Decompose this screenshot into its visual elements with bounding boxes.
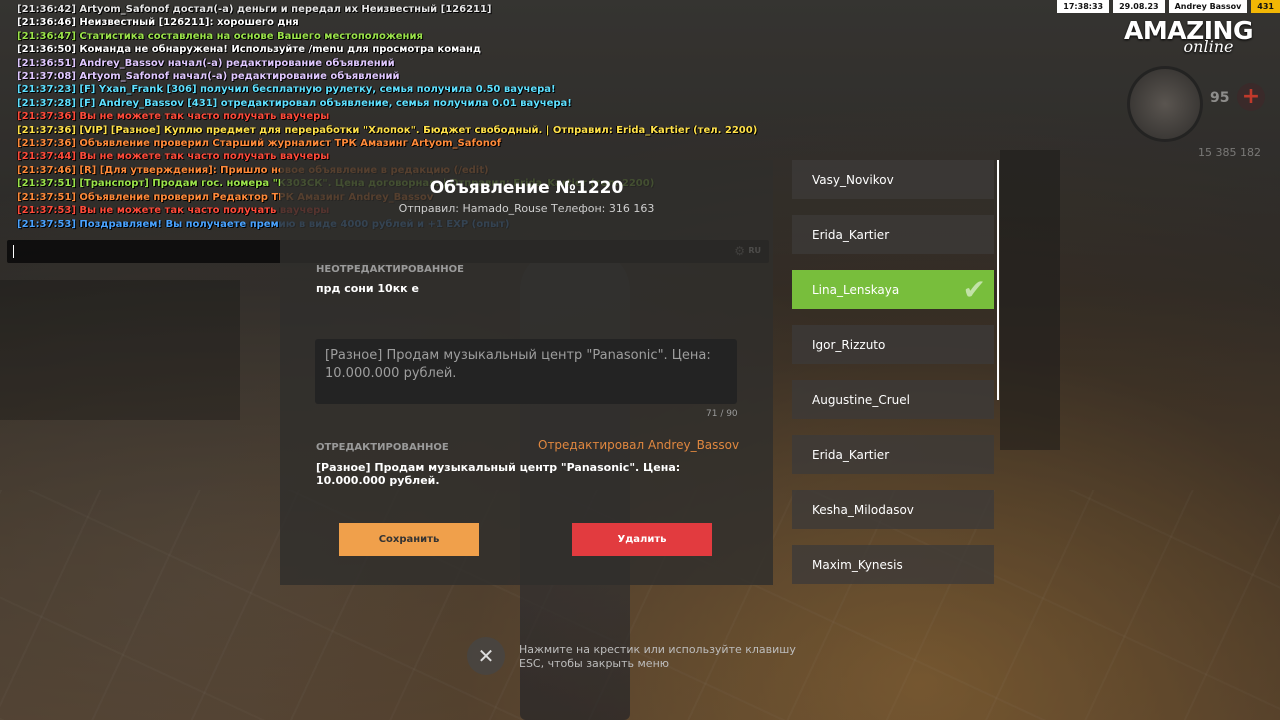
- edited-text: [Разное] Продам музыкальный центр "Panas…: [316, 461, 681, 487]
- game-logo: AMAZING online: [1111, 16, 1266, 56]
- original-label: НЕОТРЕДАКТИРОВАННОЕ: [316, 264, 464, 275]
- chat-line: [21:36:51] Andrey_Bassov начал(-а) редак…: [17, 57, 395, 69]
- original-text: прд сони 10кк е: [316, 282, 419, 295]
- delete-button[interactable]: Удалить: [572, 523, 712, 556]
- editor-name: Erida_Kartier: [812, 447, 890, 462]
- chat-line: [21:36:50] Команда не обнаружена! Исполь…: [17, 44, 481, 56]
- chat-line: [21:37:36] Вы не можете так часто получа…: [17, 111, 330, 123]
- ad-sender: Отправил: Hamado_Rouse Телефон: 316 163: [398, 202, 655, 215]
- editor-name: Lina_Lenskaya: [812, 282, 900, 297]
- chat-line: [21:36:47] Статистика составлена на осно…: [17, 30, 423, 42]
- editor-list-item[interactable]: Lina_Lenskaya ✔: [792, 270, 994, 309]
- editor-list-item[interactable]: Erida_Kartier: [792, 435, 994, 474]
- money-value: 15 385 182: [1198, 146, 1261, 159]
- char-counter: 71 / 90: [706, 409, 738, 419]
- minimap-radar: [1127, 66, 1203, 142]
- chat-line: [21:37:36] Объявление проверил Старший ж…: [17, 138, 502, 150]
- chat-line: [21:37:36] [VIP] [Разное] Куплю предмет …: [17, 124, 758, 136]
- chat-line: [21:36:46] Неизвестный [126211]: хорошег…: [17, 17, 299, 29]
- editor-list-item[interactable]: Maxim_Kynesis: [792, 545, 994, 584]
- close-icon[interactable]: ✕: [467, 637, 505, 675]
- edited-by: Отредактировал Andrey_Bassov: [538, 438, 740, 452]
- editor-name: Erida_Kartier: [812, 227, 890, 242]
- hud-date: 29.08.23: [1113, 0, 1165, 13]
- list-scrollbar[interactable]: [997, 160, 999, 400]
- checkmark-icon: ✔: [962, 273, 986, 306]
- hud-player-name: Andrey Bassov: [1168, 0, 1248, 13]
- hud-time: 17:38:33: [1057, 0, 1110, 13]
- editor-name: Igor_Rizzuto: [812, 337, 886, 352]
- ad-edit-field[interactable]: [Разное] Продам музыкальный центр "Panas…: [315, 339, 737, 404]
- editor-list-item[interactable]: Augustine_Cruel: [792, 380, 994, 419]
- close-hint: Нажмите на крестик или используйте клави…: [519, 643, 796, 670]
- ad-title: Объявление №1220: [429, 178, 624, 198]
- chat-line: [21:37:08] Artyom_Safonof начал(-а) реда…: [17, 71, 400, 83]
- editor-list-item[interactable]: Igor_Rizzuto: [792, 325, 994, 364]
- editor-name: Augustine_Cruel: [812, 392, 910, 407]
- top-hud: 17:38:33 29.08.23 Andrey Bassov 431: [1053, 0, 1280, 13]
- health-value: 95: [1210, 90, 1230, 106]
- chat-line: [21:37:28] [F] Andrey_Bassov [431] отред…: [17, 97, 572, 109]
- chat-line: [21:36:42] Artyom_Safonof достал(-а) ден…: [17, 4, 492, 15]
- ad-edit-panel: Объявление №1220 Отправил: Hamado_Rouse …: [280, 160, 773, 585]
- text-caret: [13, 245, 14, 258]
- editor-name: Kesha_Milodasov: [812, 502, 914, 517]
- ad-edit-textarea[interactable]: [Разное] Продам музыкальный центр "Panas…: [315, 339, 737, 404]
- chat-line: [21:37:23] [F] Yxan_Frank [306] получил …: [17, 84, 556, 96]
- hud-level: 431: [1251, 0, 1280, 13]
- editor-list-item[interactable]: Vasy_Novikov: [792, 160, 994, 199]
- editor-name: Maxim_Kynesis: [812, 557, 903, 572]
- editor-list-item[interactable]: Kesha_Milodasov: [792, 490, 994, 529]
- save-button[interactable]: Сохранить: [339, 523, 479, 556]
- editor-list: Vasy_Novikov Erida_Kartier Lina_Lenskaya ✔ I…: [792, 160, 994, 600]
- editor-name: Vasy_Novikov: [812, 172, 894, 187]
- edited-label: ОТРЕДАКТИРОВАННОЕ: [316, 442, 449, 453]
- editor-list-item[interactable]: Erida_Kartier: [792, 215, 994, 254]
- plus-icon: +: [1237, 83, 1265, 111]
